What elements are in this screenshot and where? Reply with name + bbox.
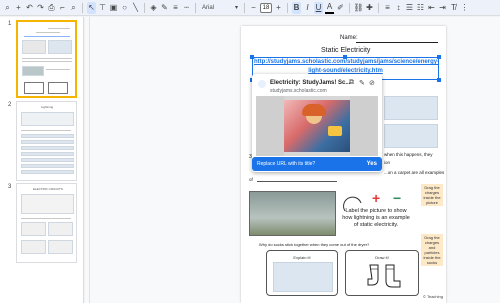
- numbered-list-icon[interactable]: ☷: [416, 2, 425, 14]
- comment-icon[interactable]: ✚: [365, 2, 374, 14]
- slide-thumbnail-3[interactable]: ELECTRIC CIRCUITS: [16, 183, 77, 263]
- remove-link-icon[interactable]: ⊘: [369, 79, 375, 87]
- chevron-down-icon: ▾: [234, 5, 238, 11]
- toolbar-divider: [244, 2, 245, 13]
- toolbar-divider: [144, 2, 145, 13]
- slide-page[interactable]: Name: Static Electricity http://studyjam…: [241, 26, 446, 303]
- edit-link-icon[interactable]: ✎: [359, 79, 365, 87]
- link-preview-image: [256, 96, 378, 156]
- formatting-toolbar: ⌕ + ↶ ↷ ⎙ ⌐ ⌕ ↖ ⊤ ▣ ○ ╲ ◈ ✎ ≡ ┄ Arial ▾ −…: [0, 0, 500, 16]
- drag-note-2: Drag the charges and particles inside th…: [421, 234, 443, 266]
- answer-line: [257, 181, 337, 182]
- footer-logo: © Teaching: [423, 294, 443, 299]
- clear-formatting-icon[interactable]: T̸: [449, 2, 458, 14]
- name-underline: [356, 42, 438, 43]
- underline-button[interactable]: U: [314, 1, 323, 14]
- answer-box[interactable]: [384, 124, 438, 148]
- link-preview-title[interactable]: Electricity: StudyJams! Sc...: [270, 80, 350, 86]
- bulleted-list-icon[interactable]: ☰: [405, 2, 414, 14]
- slide-2-title: Lightning: [41, 105, 54, 109]
- plus-charge-icon[interactable]: +: [372, 190, 380, 206]
- draw-card: Draw it!: [345, 250, 419, 296]
- font-select[interactable]: Arial ▾: [200, 2, 240, 13]
- question-3-text: when this happens, they: [384, 152, 433, 157]
- redo-icon[interactable]: ↷: [36, 2, 45, 14]
- fill-color-icon[interactable]: ◈: [149, 2, 158, 14]
- slide-filmstrip: 1 2 Lightning 3 ELECTRIC CIRCUITS: [0, 17, 84, 303]
- search-menus-icon[interactable]: ⌕: [3, 2, 12, 14]
- toolbar-divider: [349, 2, 350, 13]
- lightning-picture: [249, 191, 336, 236]
- text-color-button[interactable]: A: [325, 2, 334, 14]
- increase-font-size-button[interactable]: +: [274, 2, 283, 14]
- slide-3-title: ELECTRIC CIRCUITS: [33, 187, 63, 191]
- yes-button[interactable]: Yes: [367, 161, 377, 167]
- replace-url-text: Replace URL with its title?: [257, 161, 316, 167]
- slide-number: 2: [8, 102, 12, 108]
- answer-box[interactable]: [384, 96, 438, 120]
- slide-number: 1: [8, 21, 12, 27]
- font-size-input[interactable]: 18: [260, 2, 272, 13]
- more-options-icon[interactable]: ⋮: [460, 2, 469, 14]
- toolbar-divider: [82, 2, 83, 13]
- toolbar-divider: [378, 2, 379, 13]
- minus-charge-icon[interactable]: −: [393, 190, 401, 206]
- draw-label: Draw it!: [375, 255, 389, 260]
- copy-link-icon[interactable]: ⧉: [349, 79, 354, 87]
- print-icon[interactable]: ⎙: [47, 2, 56, 14]
- image-icon[interactable]: ▣: [109, 2, 118, 14]
- link-preview-url: studyjams.scholastic.com: [270, 88, 327, 94]
- line-spacing-icon[interactable]: ↕: [394, 2, 403, 14]
- border-weight-icon[interactable]: ≡: [171, 2, 180, 14]
- increase-indent-icon[interactable]: ⇥: [438, 2, 447, 14]
- italic-button[interactable]: I: [303, 2, 312, 14]
- toolbar-divider: [287, 2, 288, 13]
- drag-note-1: Drag the charges inside the picture: [421, 184, 443, 206]
- paint-format-icon[interactable]: ⌐: [58, 2, 67, 14]
- shape-icon[interactable]: ○: [120, 2, 129, 14]
- zoom-icon[interactable]: ⌕: [69, 2, 78, 14]
- favicon-icon: [258, 80, 266, 88]
- decrease-indent-icon[interactable]: ⇤: [427, 2, 436, 14]
- explain-label: Explain it!: [293, 255, 311, 260]
- line-icon[interactable]: ╲: [131, 2, 140, 14]
- text-box-icon[interactable]: ⊤: [98, 2, 107, 14]
- question-4-text: ion: [384, 160, 391, 165]
- decrease-font-size-button[interactable]: −: [249, 2, 258, 14]
- font-name: Arial: [202, 4, 215, 11]
- explain-answer-box[interactable]: [273, 262, 333, 292]
- slide-thumbnail-1[interactable]: [16, 20, 77, 98]
- align-icon[interactable]: ≡: [383, 2, 392, 14]
- bold-button[interactable]: B: [292, 1, 301, 14]
- socks-question: Why do socks stick together when they co…: [259, 242, 370, 247]
- highlight-icon[interactable]: ✐: [336, 2, 345, 14]
- name-label: Name:: [340, 35, 358, 41]
- replace-url-prompt: Replace URL with its title? Yes: [252, 157, 382, 171]
- resize-handle[interactable]: [437, 78, 441, 82]
- undo-icon[interactable]: ↶: [25, 2, 34, 14]
- slide-thumbnail-2[interactable]: Lightning: [16, 101, 77, 181]
- label-instruction: Label the picture to show how lightning …: [342, 208, 410, 228]
- insert-link-icon[interactable]: ⛓: [353, 2, 363, 14]
- slide-number: 3: [8, 184, 12, 190]
- socks-icon: [367, 264, 401, 288]
- vertical-ruler: [85, 17, 90, 303]
- explain-card: Explain it!: [266, 250, 338, 296]
- border-color-icon[interactable]: ✎: [160, 2, 169, 14]
- toolbar-divider: [195, 2, 196, 13]
- add-icon[interactable]: +: [14, 2, 23, 14]
- question-5-end: of: [249, 177, 253, 182]
- select-cursor-icon[interactable]: ↖: [87, 1, 96, 14]
- question-5-text: ...on a carpet are all examples: [384, 170, 445, 175]
- page-title: Static Electricity: [321, 47, 371, 54]
- border-dash-icon[interactable]: ┄: [182, 2, 191, 14]
